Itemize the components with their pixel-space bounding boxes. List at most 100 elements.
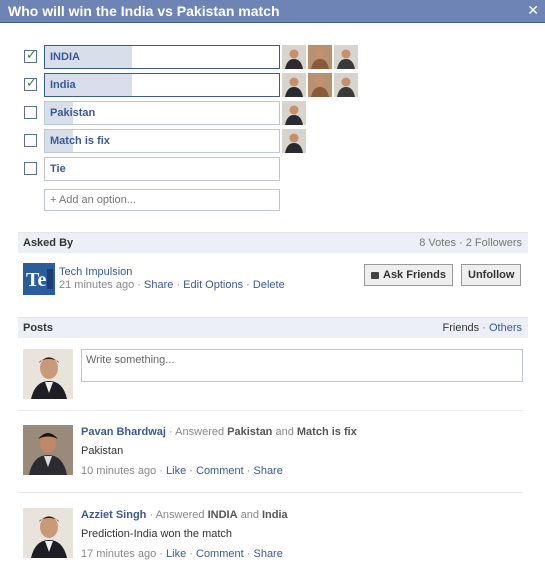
posts-heading: Posts	[23, 322, 53, 334]
unfollow-label: Unfollow	[468, 269, 515, 281]
comment-link[interactable]: Comment	[196, 465, 244, 477]
poll-option[interactable]: Match is fix	[24, 129, 364, 153]
voter-avatars	[282, 129, 308, 153]
voter-avatars	[282, 73, 360, 97]
votes-count: 8 Votes	[419, 237, 456, 249]
posts-header: Posts Friends · Others	[18, 317, 528, 338]
post-body: Pakistan	[81, 445, 124, 457]
voter-avatar-icon[interactable]	[308, 73, 332, 97]
post-author-avatar-icon[interactable]	[23, 508, 73, 558]
post-author-link[interactable]: Azziet Singh	[81, 509, 146, 521]
option-label: India	[50, 79, 76, 91]
others-filter-link[interactable]: Others	[489, 322, 522, 334]
separator: ·	[159, 548, 163, 560]
option-vote-bar[interactable]: India	[44, 73, 280, 97]
ask-friends-button[interactable]: Ask Friends	[364, 264, 453, 286]
speech-bubble-icon	[371, 272, 379, 279]
option-label: Tie	[50, 163, 66, 175]
voter-avatar-icon[interactable]	[282, 129, 306, 153]
divider	[18, 410, 523, 411]
dialog-title: Who will win the India vs Pakistan match	[8, 3, 280, 19]
voter-avatar-icon[interactable]	[334, 73, 358, 97]
separator: ·	[246, 465, 251, 477]
post-time: 10 minutes ago	[81, 465, 157, 477]
separator: ·	[482, 322, 486, 334]
answered-text: Answered	[175, 426, 225, 438]
add-option-input[interactable]: + Add an option...	[44, 189, 280, 211]
post-meta: 10 minutes ago · Like · Comment · Share	[81, 465, 283, 477]
asker-meta: 21 minutes ago · Share · Edit Options · …	[59, 279, 285, 291]
option-vote-bar[interactable]: INDIA	[44, 45, 280, 69]
post-header: Azziet Singh · Answered INDIA and India	[81, 509, 288, 521]
option-vote-bar[interactable]: Pakistan	[44, 101, 280, 125]
like-link[interactable]: Like	[166, 465, 186, 477]
answered-text: Answered	[155, 509, 205, 521]
post-author-avatar-icon[interactable]	[23, 425, 73, 475]
separator: ·	[149, 509, 154, 521]
separator: ·	[169, 426, 173, 438]
and-text: and	[275, 426, 294, 438]
like-link[interactable]: Like	[166, 548, 186, 560]
option-label: Pakistan	[50, 107, 96, 119]
svg-text:Te: Te	[26, 269, 47, 291]
voter-avatar-icon[interactable]	[308, 45, 332, 69]
delete-link[interactable]: Delete	[253, 279, 285, 291]
asked-by-header: Asked By 8 Votes · 2 Followers	[18, 232, 528, 253]
post-body: Prediction-India won the match	[81, 528, 233, 540]
poll-option[interactable]: Pakistan	[24, 101, 364, 125]
vote-stats: 8 Votes · 2 Followers	[419, 237, 522, 249]
asked-time: 21 minutes ago	[59, 279, 135, 291]
user-avatar-icon	[23, 349, 73, 399]
option-vote-bar[interactable]: Tie	[44, 157, 280, 181]
separator: ·	[189, 548, 193, 560]
tech-impulsion-logo-icon[interactable]: Te	[23, 263, 55, 295]
comment-link[interactable]: Comment	[196, 548, 244, 560]
post-header: Pavan Bhardwaj · Answered Pakistan and M…	[81, 426, 357, 438]
answer-2: India	[262, 509, 288, 521]
separator: ·	[246, 279, 250, 291]
separator: ·	[246, 548, 251, 560]
separator: ·	[459, 237, 463, 249]
option-checkbox[interactable]: ✓	[24, 47, 37, 63]
divider	[18, 492, 523, 493]
option-checkbox[interactable]: ✓	[24, 75, 37, 91]
voter-avatar-icon[interactable]	[282, 73, 306, 97]
post-meta: 17 minutes ago · Like · Comment · Share	[81, 548, 283, 560]
checkmark-icon: ✓	[26, 75, 37, 90]
answer-1: Pakistan	[227, 426, 273, 438]
voter-avatar-icon[interactable]	[282, 101, 306, 125]
dialog-titlebar: Who will win the India vs Pakistan match…	[0, 0, 545, 23]
share-link[interactable]: Share	[144, 279, 173, 291]
asked-by-heading: Asked By	[23, 237, 74, 249]
checkmark-icon: ✓	[26, 47, 37, 62]
write-something-input[interactable]: Write something...	[81, 349, 523, 382]
answer-1: INDIA	[207, 509, 238, 521]
separator: ·	[159, 465, 163, 477]
ask-friends-label: Ask Friends	[383, 269, 446, 281]
edit-options-link[interactable]: Edit Options	[183, 279, 243, 291]
option-label: INDIA	[50, 51, 80, 63]
poll-option[interactable]: ✓ India	[24, 73, 364, 97]
option-checkbox[interactable]	[24, 106, 37, 119]
option-vote-bar[interactable]: Match is fix	[44, 129, 280, 153]
unfollow-button[interactable]: Unfollow	[461, 264, 522, 286]
close-icon[interactable]: ✕	[527, 2, 539, 19]
share-link[interactable]: Share	[253, 548, 282, 560]
answer-2: Match is fix	[296, 426, 357, 438]
asker-name-link[interactable]: Tech Impulsion	[59, 266, 132, 278]
option-checkbox[interactable]	[24, 134, 37, 147]
post-author-link[interactable]: Pavan Bhardwaj	[81, 426, 166, 438]
poll-option[interactable]: Tie	[24, 157, 364, 181]
share-link[interactable]: Share	[253, 465, 282, 477]
poll-option[interactable]: ✓ INDIA	[24, 45, 364, 69]
and-text: and	[240, 509, 259, 521]
friends-filter[interactable]: Friends	[443, 322, 480, 334]
separator: ·	[137, 279, 141, 291]
separator: ·	[189, 465, 193, 477]
post-time: 17 minutes ago	[81, 548, 157, 560]
voter-avatar-icon[interactable]	[334, 45, 358, 69]
posts-filter: Friends · Others	[443, 322, 523, 334]
option-checkbox[interactable]	[24, 162, 37, 175]
voter-avatar-icon[interactable]	[282, 45, 306, 69]
followers-count: 2 Followers	[465, 237, 522, 249]
